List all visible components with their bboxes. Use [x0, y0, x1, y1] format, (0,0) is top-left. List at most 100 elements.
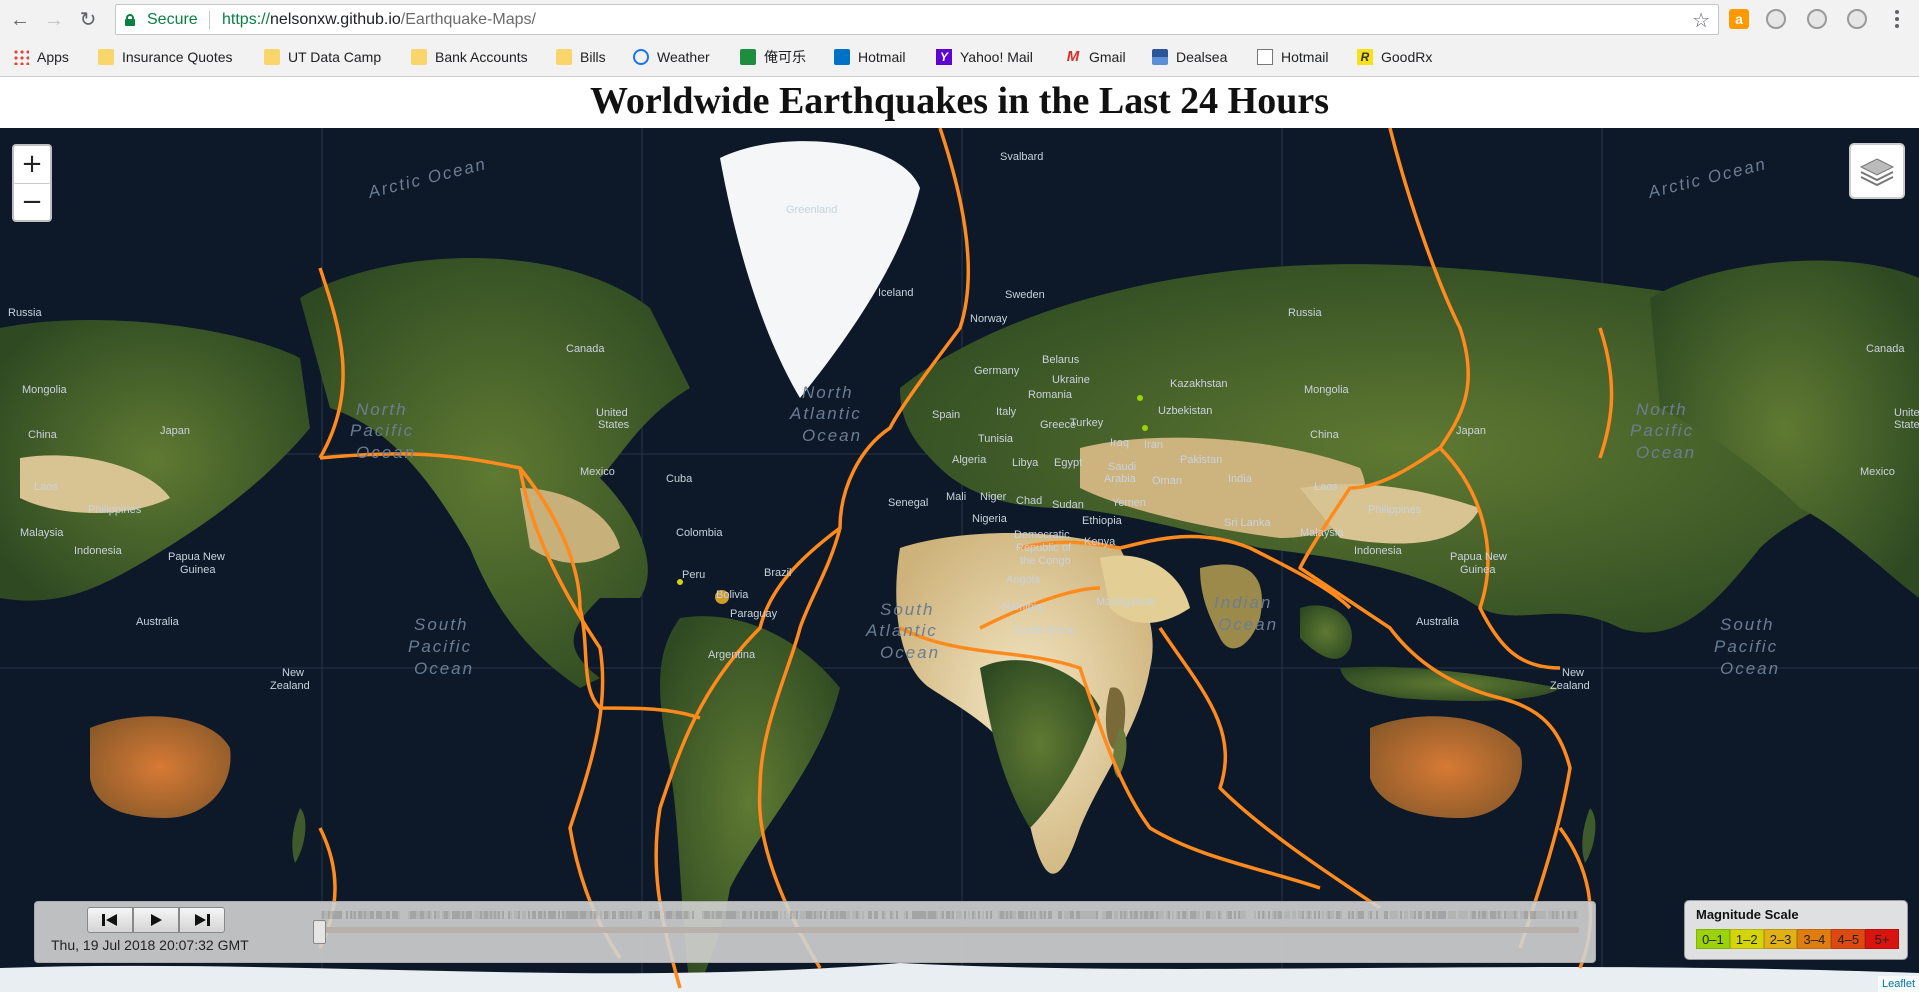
svg-text:Ocean: Ocean [1720, 659, 1780, 678]
bookmark-weather[interactable]: Weather [633, 47, 710, 67]
leaflet-attribution-link[interactable]: Leaflet [1877, 976, 1919, 992]
earthquake-marker[interactable] [1142, 425, 1148, 431]
legend-swatch: 2–3 [1763, 929, 1798, 949]
svg-text:Russia: Russia [8, 307, 43, 319]
goodrx-icon: R [1357, 49, 1373, 65]
svg-text:Ocean: Ocean [802, 426, 862, 445]
svg-text:Sweden: Sweden [1005, 289, 1045, 301]
amazon-extension-icon[interactable]: a [1729, 9, 1749, 29]
svg-text:Australia: Australia [136, 616, 180, 628]
svg-text:Zealand: Zealand [1550, 680, 1590, 692]
extension-icon[interactable] [1847, 9, 1867, 29]
forward-arrow-icon[interactable]: → [42, 8, 66, 32]
svg-text:Turkey: Turkey [1070, 417, 1104, 429]
browser-menu-icon[interactable] [1895, 10, 1899, 28]
address-bar[interactable]: Secure https://nelsonxw.github.io/Earthq… [115, 4, 1719, 35]
svg-text:Zealand: Zealand [270, 680, 310, 692]
svg-text:Egypt: Egypt [1054, 457, 1082, 469]
svg-text:Canada: Canada [1866, 343, 1905, 355]
earthquake-map[interactable]: Greenland Svalbard Iceland Sweden Norway Ru… [0, 128, 1919, 992]
svg-text:States: States [1894, 419, 1919, 431]
svg-text:Laos: Laos [1314, 481, 1338, 493]
svg-text:South: South [414, 615, 468, 634]
svg-text:North: North [802, 383, 854, 402]
play-button[interactable] [133, 907, 179, 933]
back-arrow-icon[interactable]: ← [8, 8, 32, 32]
svg-text:Pakistan: Pakistan [1180, 454, 1222, 466]
bookmark-insurance-quotes[interactable]: Insurance Quotes [98, 47, 233, 67]
extension-icon[interactable] [1766, 9, 1786, 29]
svg-text:Papua New: Papua New [168, 551, 225, 563]
apps-icon [13, 49, 29, 65]
svg-text:Paraguay: Paraguay [730, 608, 778, 620]
divider [209, 11, 210, 30]
svg-text:Iraq: Iraq [1110, 437, 1129, 449]
playback-controls [87, 907, 225, 933]
svg-text:Ukraine: Ukraine [1052, 374, 1090, 386]
bookmark-bank-accounts[interactable]: Bank Accounts [411, 47, 528, 67]
time-slider-track[interactable] [321, 927, 1579, 933]
svg-text:Svalbard: Svalbard [1000, 151, 1043, 163]
layers-control-button[interactable] [1849, 143, 1905, 199]
bookmark-apps[interactable]: Apps [13, 47, 69, 67]
event-ticks [321, 911, 1578, 919]
reload-icon[interactable]: ↻ [76, 8, 100, 32]
skip-forward-icon [195, 914, 210, 926]
svg-text:Atlantic: Atlantic [789, 404, 862, 423]
svg-text:China: China [28, 429, 58, 441]
bookmark-hotmail[interactable]: Hotmail [834, 47, 905, 67]
skype-extension-icon[interactable] [1807, 9, 1827, 29]
svg-text:Namibia: Namibia [1002, 601, 1043, 613]
svg-text:New: New [282, 667, 304, 679]
svg-text:Japan: Japan [1456, 425, 1486, 437]
svg-text:Belarus: Belarus [1042, 354, 1080, 366]
svg-text:Angola: Angola [1006, 574, 1041, 586]
svg-text:Ocean: Ocean [1218, 615, 1278, 634]
svg-text:North: North [356, 400, 408, 419]
backward-button[interactable] [87, 907, 133, 933]
legend-scale: 0–1 1–2 2–3 3–4 4–5 5+ [1696, 929, 1899, 949]
svg-text:Pacific: Pacific [1630, 421, 1694, 440]
bookmark-star-icon[interactable]: ☆ [1692, 8, 1710, 33]
svg-text:Nigeria: Nigeria [972, 513, 1008, 525]
weather-icon [633, 49, 649, 65]
secure-label: Secure [147, 11, 198, 28]
zoom-out-button[interactable]: − [14, 183, 50, 220]
svg-text:Ethiopia: Ethiopia [1082, 515, 1123, 527]
bookmark-yahoo-mail[interactable]: Y Yahoo! Mail [936, 47, 1033, 67]
yahoo-icon: Y [936, 49, 952, 65]
svg-text:Mexico: Mexico [580, 466, 615, 478]
svg-text:Norway: Norway [970, 313, 1008, 325]
legend-swatch: 4–5 [1831, 929, 1866, 949]
svg-text:Russia: Russia [1288, 307, 1323, 319]
forward-button[interactable] [179, 907, 225, 933]
folder-icon [98, 49, 114, 65]
bookmark-green[interactable]: 俺可乐 [740, 47, 806, 67]
legend-title: Magnitude Scale [1696, 907, 1799, 922]
current-time-label: Thu, 19 Jul 2018 20:07:32 GMT [51, 937, 249, 953]
bookmark-gmail[interactable]: M Gmail [1065, 47, 1126, 67]
earthquake-marker[interactable] [1137, 395, 1143, 401]
folder-icon [556, 49, 572, 65]
bookmark-ut-data-camp[interactable]: UT Data Camp [264, 47, 381, 67]
bookmark-goodrx[interactable]: R GoodRx [1357, 47, 1432, 67]
svg-text:Mali: Mali [946, 491, 966, 503]
svg-text:Colombia: Colombia [676, 527, 723, 539]
bookmark-dealsea[interactable]: Dealsea [1152, 47, 1227, 67]
svg-text:Pacific: Pacific [408, 637, 472, 656]
time-slider-panel: Thu, 19 Jul 2018 20:07:32 GMT [34, 901, 1596, 963]
svg-text:Malaysia: Malaysia [20, 527, 64, 539]
bookmark-hotmail-2[interactable]: Hotmail [1257, 47, 1328, 67]
svg-text:Malaysia: Malaysia [1300, 527, 1344, 539]
time-slider-handle[interactable] [313, 920, 326, 944]
svg-text:Atlantic: Atlantic [865, 621, 938, 640]
folder-icon [264, 49, 280, 65]
svg-text:Spain: Spain [932, 409, 960, 421]
svg-text:Yemen: Yemen [1112, 497, 1146, 509]
svg-text:Peru: Peru [682, 569, 705, 581]
url-text[interactable]: https://nelsonxw.github.io/Earthquake-Ma… [222, 11, 536, 29]
zoom-in-button[interactable]: + [14, 146, 50, 183]
svg-text:Pacific: Pacific [1714, 637, 1778, 656]
bookmark-bills[interactable]: Bills [556, 47, 606, 67]
svg-text:Guinea: Guinea [180, 564, 216, 576]
